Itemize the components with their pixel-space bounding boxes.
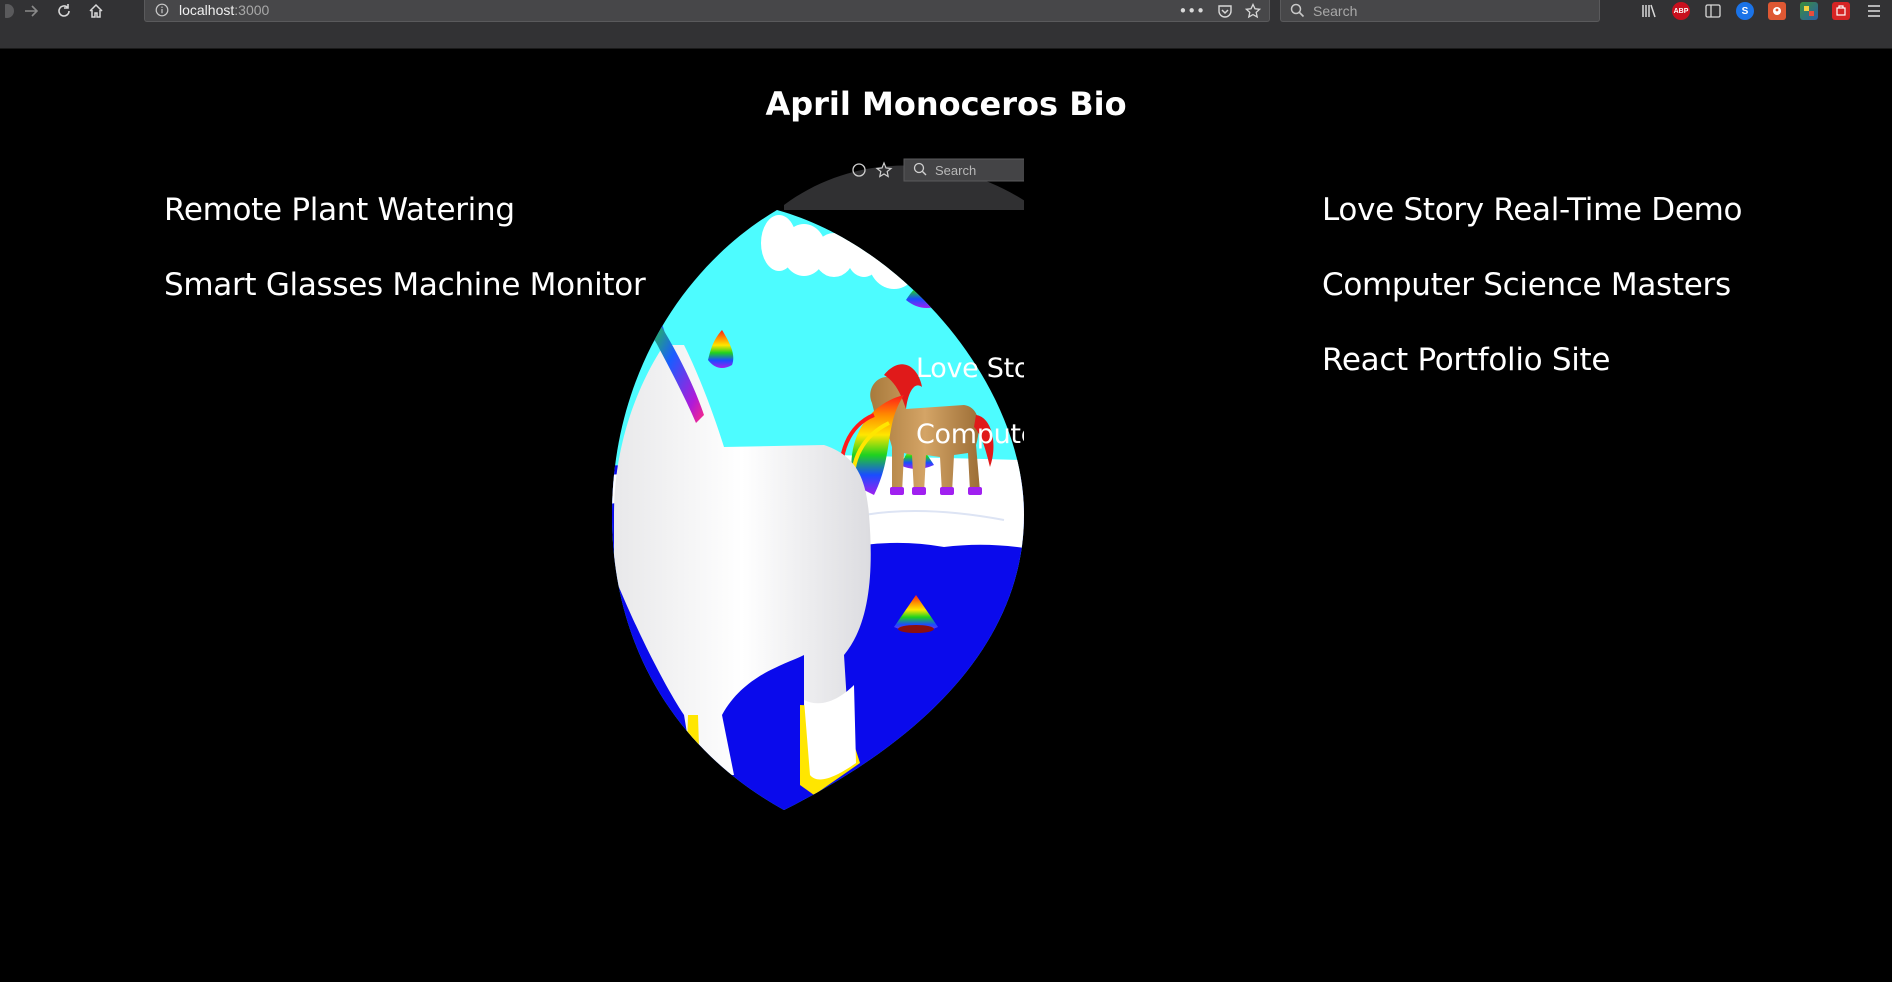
home-icon <box>89 3 103 18</box>
lens-link-love-story[interactable]: Love Story demo <box>916 353 1024 384</box>
link-remote-plant-watering[interactable]: Remote Plant Watering <box>164 192 515 228</box>
pocket-icon[interactable] <box>1217 4 1233 19</box>
adblock-label: ABP <box>1673 7 1689 15</box>
color-picker-icon[interactable] <box>1800 2 1818 20</box>
browser-toolbar: localhost:3000 ••• Search ABP S <box>0 0 1892 49</box>
link-react-portfolio-site[interactable]: React Portfolio Site <box>1322 342 1610 378</box>
portal-lens[interactable]: Search Love Sto Comput <box>604 155 1024 815</box>
scene-body <box>612 210 1024 810</box>
reflected-toolbar: Search <box>784 158 1024 210</box>
link-computer-science-masters[interactable]: Computer Science Masters <box>1322 267 1731 303</box>
search-icon <box>1290 3 1305 22</box>
url-host: localhost <box>179 2 235 18</box>
hamburger-menu-icon[interactable] <box>1862 0 1886 22</box>
reload-icon <box>58 4 70 17</box>
screenshot-icon[interactable] <box>1832 2 1850 20</box>
home-button[interactable] <box>84 0 108 22</box>
rainbow-drop-1 <box>906 263 941 309</box>
library-icon[interactable] <box>1640 2 1658 20</box>
bookmark-star-icon[interactable] <box>1245 3 1261 19</box>
link-love-story-demo[interactable]: Love Story Real-Time Demo <box>1322 192 1743 228</box>
lens-search-placeholder: Search <box>935 163 976 178</box>
page-actions-menu-icon[interactable]: ••• <box>1178 3 1205 19</box>
site-info-icon[interactable] <box>155 2 169 21</box>
search-placeholder: Search <box>1313 3 1358 19</box>
url-bar[interactable]: localhost:3000 ••• <box>144 0 1270 22</box>
reload-button[interactable] <box>52 0 76 22</box>
url-port: :3000 <box>234 2 270 18</box>
back-arrow-icon <box>5 4 14 18</box>
lens-link-computer-science[interactable]: Computer Science M <box>916 419 1024 450</box>
reader-view-icon[interactable] <box>1704 2 1722 20</box>
unicorn-scene: Search <box>612 158 1024 810</box>
page-title: April Monoceros Bio <box>765 85 1127 123</box>
s-extension-icon[interactable]: S <box>1736 2 1754 20</box>
link-smart-glasses-machine-monitor[interactable]: Smart Glasses Machine Monitor <box>164 267 646 303</box>
url-text[interactable]: localhost:3000 <box>179 2 269 18</box>
forward-arrow-icon <box>25 5 39 17</box>
adblock-icon[interactable]: ABP <box>1672 2 1690 20</box>
forward-button[interactable] <box>20 0 44 22</box>
search-bar[interactable]: Search <box>1280 0 1600 22</box>
duckduckgo-icon[interactable] <box>1768 2 1786 20</box>
